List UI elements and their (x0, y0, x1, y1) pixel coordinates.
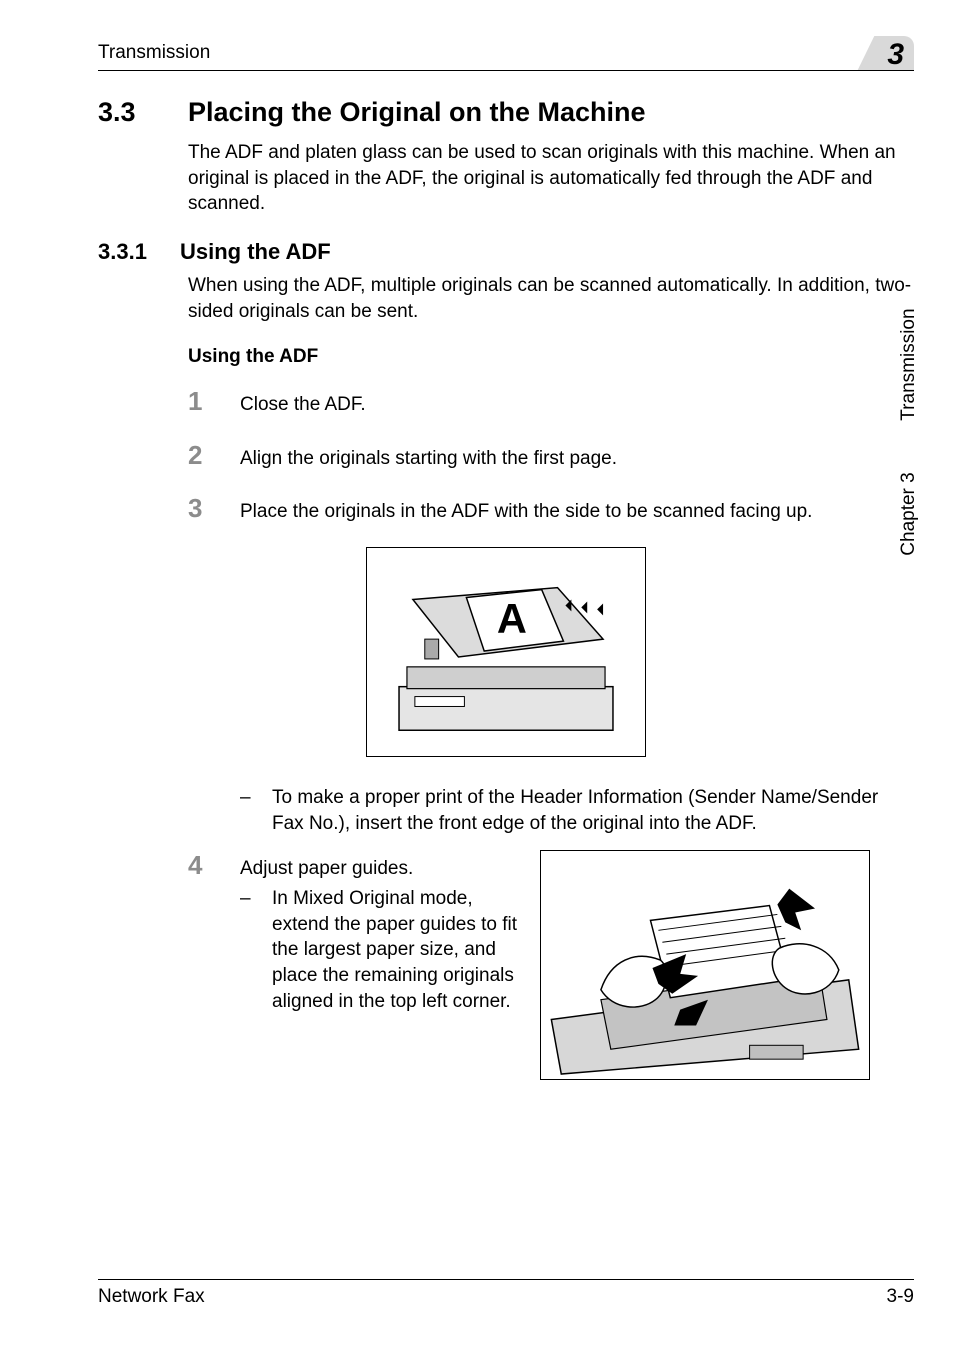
step-1: 1 Close the ADF. (188, 386, 914, 418)
bullet-dash-icon: – (240, 886, 254, 1014)
step-number: 3 (188, 493, 240, 524)
page: Transmission 3 3.3 Placing the Original … (0, 0, 954, 1352)
hands-adjust-guides-icon (541, 851, 869, 1079)
step-number: 4 (188, 850, 240, 881)
step-text: Align the originals starting with the fi… (240, 446, 914, 472)
note-text: In Mixed Original mode, extend the paper… (272, 886, 518, 1014)
note-text: To make a proper print of the Header Inf… (272, 785, 914, 836)
step-3-note: – To make a proper print of the Header I… (240, 785, 914, 836)
footer-left: Network Fax (98, 1286, 205, 1308)
side-section-label: Transmission (894, 300, 924, 428)
footer-right: 3-9 (887, 1286, 914, 1308)
section-heading: 3.3 Placing the Original on the Machine (98, 97, 914, 128)
chapter-tab: 3 (852, 36, 914, 70)
step-2: 2 Align the originals starting with the … (188, 440, 914, 472)
figure-letter: A (497, 595, 527, 642)
running-head: Transmission (98, 42, 210, 70)
bullet-dash-icon: – (240, 785, 254, 836)
subsection-intro: When using the ADF, multiple originals c… (188, 273, 914, 324)
step-text: Close the ADF. (240, 392, 914, 418)
figure-adf-load: A (366, 547, 646, 757)
subsection-heading: 3.3.1 Using the ADF (98, 239, 914, 265)
subsection-title: Using the ADF (180, 239, 331, 265)
step-4-note: – In Mixed Original mode, extend the pap… (240, 886, 518, 1014)
side-chapter-label: Chapter 3 (894, 464, 924, 563)
page-footer: Network Fax 3-9 (98, 1279, 914, 1308)
step-3: 3 Place the originals in the ADF with th… (188, 493, 914, 525)
procedure-title: Using the ADF (188, 346, 914, 368)
step-text: Place the originals in the ADF with the … (240, 499, 914, 525)
page-header: Transmission 3 (98, 36, 914, 71)
printer-illustration-icon: A (367, 548, 645, 756)
side-thumb-tab: Chapter 3 Transmission (894, 300, 924, 564)
step-number: 1 (188, 386, 240, 417)
subsection-number: 3.3.1 (98, 239, 158, 265)
step-4: 4 Adjust paper guides. (188, 850, 518, 882)
section-number: 3.3 (98, 97, 158, 128)
chapter-number-badge: 3 (887, 38, 904, 72)
step-4-left-column: 4 Adjust paper guides. – In Mixed Origin… (188, 850, 518, 1014)
figure-adjust-guides (540, 850, 870, 1080)
step-text: Adjust paper guides. (240, 856, 518, 882)
tab-background (852, 36, 914, 70)
section-title: Placing the Original on the Machine (188, 97, 646, 128)
step-4-row: 4 Adjust paper guides. – In Mixed Origin… (188, 850, 914, 1080)
figure-box: A (366, 547, 646, 757)
section-intro: The ADF and platen glass can be used to … (188, 140, 914, 217)
step-number: 2 (188, 440, 240, 471)
